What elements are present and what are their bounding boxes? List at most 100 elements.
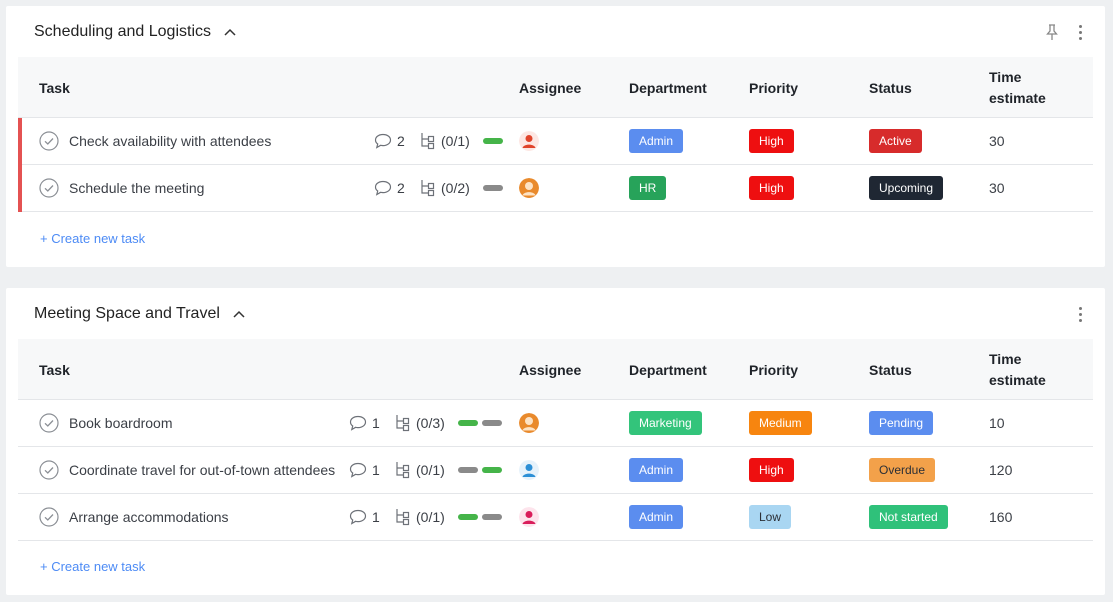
comment-icon (374, 133, 392, 149)
column-header-status[interactable]: Status (869, 339, 912, 400)
progress-segment (483, 138, 503, 144)
comment-count[interactable]: 2 (374, 165, 405, 211)
table-row[interactable]: Coordinate travel for out-of-town attend… (18, 447, 1093, 494)
comment-count[interactable]: 2 (374, 118, 405, 164)
assignee-avatar[interactable] (519, 165, 539, 211)
comment-count-value: 2 (397, 180, 405, 196)
subtask-count[interactable]: (0/3) (395, 400, 445, 446)
comment-count[interactable]: 1 (349, 494, 380, 540)
avatar-icon (519, 413, 539, 433)
comment-count-value: 1 (372, 509, 380, 525)
status-badge[interactable]: Upcoming (869, 176, 944, 200)
subtask-count-value: (0/3) (416, 415, 445, 431)
column-header-priority[interactable]: Priority (749, 57, 798, 118)
column-header-time-estimate[interactable]: Time estimate (989, 57, 1069, 118)
priority-badge[interactable]: High (749, 129, 794, 153)
department-badge[interactable]: Admin (629, 458, 684, 482)
subtask-count[interactable]: (0/1) (395, 494, 445, 540)
progress-segment (458, 420, 478, 426)
comment-count-value: 1 (372, 415, 380, 431)
task-table: Task Assignee Department Priority Status… (18, 339, 1093, 541)
column-header-department[interactable]: Department (629, 339, 707, 400)
assignee-avatar[interactable] (519, 447, 539, 493)
column-header-status[interactable]: Status (869, 57, 912, 118)
table-header: Task Assignee Department Priority Status… (18, 339, 1093, 400)
priority-badge[interactable]: Low (749, 505, 792, 529)
complete-check-icon[interactable] (39, 400, 59, 446)
status-badge[interactable]: Not started (869, 505, 948, 529)
task-name[interactable]: Schedule the meeting (69, 165, 204, 211)
time-estimate[interactable]: 120 (989, 447, 1012, 493)
status-badge[interactable]: Pending (869, 411, 934, 435)
comment-count-value: 1 (372, 462, 380, 478)
comment-count[interactable]: 1 (349, 400, 380, 446)
comment-icon (349, 415, 367, 431)
task-name[interactable]: Book boardroom (69, 400, 173, 446)
subtasks-icon (421, 180, 435, 197)
complete-check-icon[interactable] (39, 494, 59, 540)
pin-icon[interactable] (1043, 23, 1061, 41)
group-title: Scheduling and Logistics (34, 23, 212, 40)
subtask-count-value: (0/1) (416, 462, 445, 478)
avatar-icon (519, 131, 539, 151)
comment-count[interactable]: 1 (349, 447, 380, 493)
task-name[interactable]: Check availability with attendees (69, 118, 271, 164)
subtasks-icon (396, 509, 410, 526)
more-options-icon[interactable] (1075, 21, 1085, 43)
column-header-task[interactable]: Task (39, 57, 70, 118)
assignee-avatar[interactable] (519, 494, 539, 540)
complete-check-icon[interactable] (39, 118, 59, 164)
column-header-task[interactable]: Task (39, 339, 70, 400)
time-estimate[interactable]: 10 (989, 400, 1005, 446)
time-estimate[interactable]: 160 (989, 494, 1012, 540)
priority-badge[interactable]: High (749, 458, 794, 482)
priority-badge[interactable]: Medium (749, 411, 812, 435)
status-badge[interactable]: Overdue (869, 458, 936, 482)
table-header: Task Assignee Department Priority Status… (18, 57, 1093, 118)
comment-count-value: 2 (397, 133, 405, 149)
progress-segment (458, 514, 478, 520)
department-badge[interactable]: Admin (629, 129, 684, 153)
create-new-task-link[interactable]: + Create new task (40, 559, 145, 574)
status-badge[interactable]: Active (869, 129, 922, 153)
progress-indicator (483, 118, 503, 164)
progress-segment (482, 420, 502, 426)
progress-indicator (483, 165, 503, 211)
department-badge[interactable]: Admin (629, 505, 684, 529)
progress-segment (483, 185, 503, 191)
column-header-time-estimate[interactable]: Time estimate (989, 339, 1069, 400)
assignee-avatar[interactable] (519, 400, 539, 446)
department-badge[interactable]: Marketing (629, 411, 702, 435)
comment-icon (349, 462, 367, 478)
subtask-count-value: (0/1) (441, 133, 470, 149)
complete-check-icon[interactable] (39, 165, 59, 211)
complete-check-icon[interactable] (39, 447, 59, 493)
subtask-count[interactable]: (0/2) (420, 165, 470, 211)
department-badge[interactable]: HR (629, 176, 667, 200)
create-new-task-link[interactable]: + Create new task (40, 231, 145, 246)
time-estimate[interactable]: 30 (989, 165, 1005, 211)
more-options-icon[interactable] (1075, 303, 1085, 325)
task-name[interactable]: Coordinate travel for out-of-town attend… (69, 447, 335, 493)
task-name[interactable]: Arrange accommodations (69, 494, 229, 540)
priority-badge[interactable]: High (749, 176, 794, 200)
subtask-count[interactable]: (0/1) (395, 447, 445, 493)
column-header-assignee[interactable]: Assignee (519, 57, 581, 118)
table-row[interactable]: Arrange accommodations 1 (0/1) Admin Low… (18, 494, 1093, 541)
time-estimate[interactable]: 30 (989, 118, 1005, 164)
subtask-count[interactable]: (0/1) (420, 118, 470, 164)
column-header-assignee[interactable]: Assignee (519, 339, 581, 400)
column-header-priority[interactable]: Priority (749, 339, 798, 400)
subtask-count-value: (0/1) (416, 509, 445, 525)
chevron-up-icon[interactable] (232, 307, 246, 321)
group-header: Meeting Space and Travel (34, 303, 246, 325)
assignee-avatar[interactable] (519, 118, 539, 164)
table-row[interactable]: Book boardroom 1 (0/3) Marketing Medium … (18, 400, 1093, 447)
progress-segment (482, 514, 502, 520)
progress-indicator (458, 447, 502, 493)
chevron-up-icon[interactable] (223, 25, 237, 39)
table-row[interactable]: Check availability with attendees 2 (0/1… (18, 118, 1093, 165)
avatar-icon (519, 178, 539, 198)
column-header-department[interactable]: Department (629, 57, 707, 118)
table-row[interactable]: Schedule the meeting 2 (0/2) HR High Upc… (18, 165, 1093, 212)
